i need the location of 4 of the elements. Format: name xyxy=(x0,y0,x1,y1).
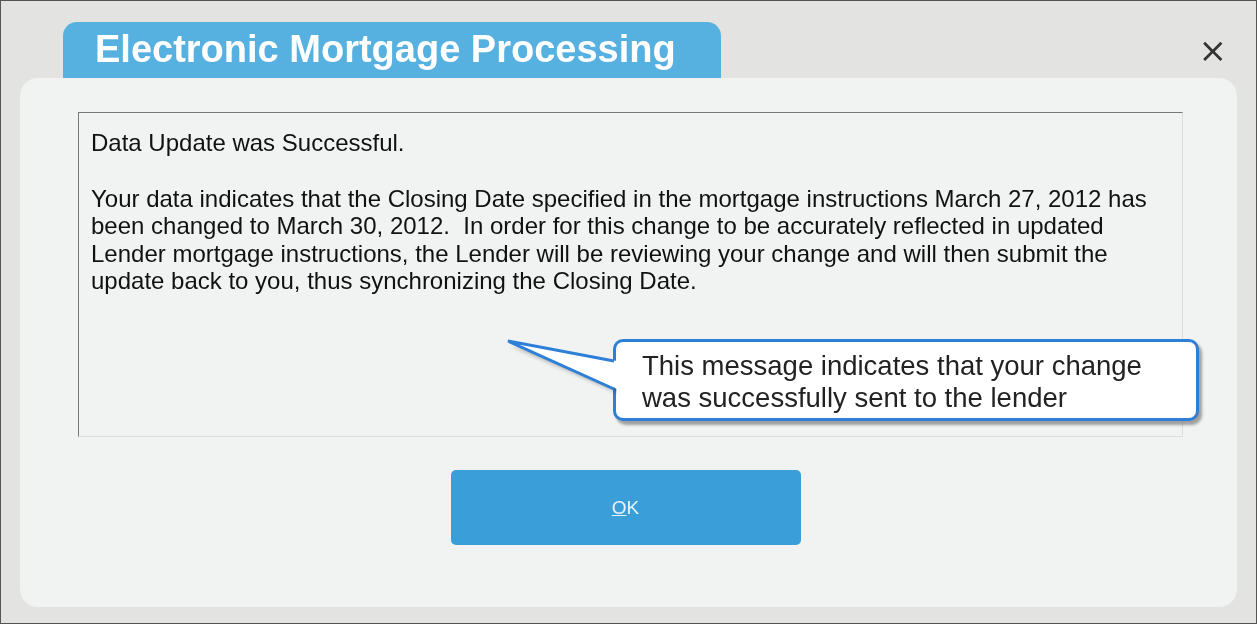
message-text: Data Update was Successful. xyxy=(91,129,406,157)
window-title: Electronic Mortgage Processing xyxy=(63,22,721,78)
close-button[interactable]: × xyxy=(1192,33,1233,67)
message-text: Your data indicates that the Closing Date specified in the mortgage instructions March 27, 2012 has been changed to March 30, 2012. In order for this change to be accurately reflected in updated Lender mortgage instructions, the Lender will be reviewing your change and will then submit the update back to you, thus synchronizing the Closing Date. xyxy=(91,184,1148,295)
